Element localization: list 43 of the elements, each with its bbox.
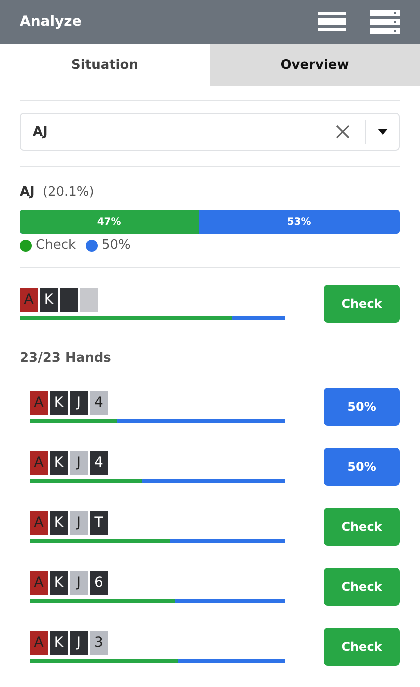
playing-card: K [50,571,68,595]
playing-card: T [90,511,108,535]
caret-icon [378,129,388,135]
action-button[interactable]: Check [324,628,400,666]
playing-card: K [50,511,68,535]
playing-card: K [40,288,58,312]
hand-label: AJ [20,185,35,200]
action-button[interactable]: Check [324,508,400,546]
playing-card: A [30,511,48,535]
check-share-fill: 47% [20,210,199,234]
select-value: AJ [32,124,49,140]
bet-share-label: 53% [286,216,312,230]
playing-card: A [20,288,38,312]
close-icon [336,125,350,139]
playing-card: 3 [90,631,108,655]
hand-select[interactable]: AJ [20,113,400,151]
playing-card: A [30,571,48,595]
playing-card: J [70,571,88,595]
action-button[interactable]: 50% [324,448,400,486]
server-icon[interactable] [370,10,400,34]
legend-label: Check [36,238,76,253]
action-button[interactable]: 50% [324,388,400,426]
playing-card: A [30,391,48,415]
playing-card: 4 [90,451,108,475]
header-title: Analyze [20,14,83,30]
playing-card: K [50,631,68,655]
playing-card: A [30,451,48,475]
hands-count: 23/23 Hands [20,351,112,366]
list-view-icon[interactable] [318,12,346,32]
playing-card: J [70,451,88,475]
playing-card: J [70,631,88,655]
action-button[interactable]: Check [324,568,400,606]
playing-card: J [70,391,88,415]
playing-card: 4 [90,391,108,415]
playing-card: 6 [90,571,108,595]
action-button[interactable]: Check [324,285,400,323]
legend-label: 50% [102,238,131,253]
tab[interactable]: Overview [210,44,420,86]
playing-card: J [70,511,88,535]
hand-share: (20.1%) [42,185,94,200]
playing-card: A [30,631,48,655]
playing-card: K [50,451,68,475]
playing-card: K [50,391,68,415]
